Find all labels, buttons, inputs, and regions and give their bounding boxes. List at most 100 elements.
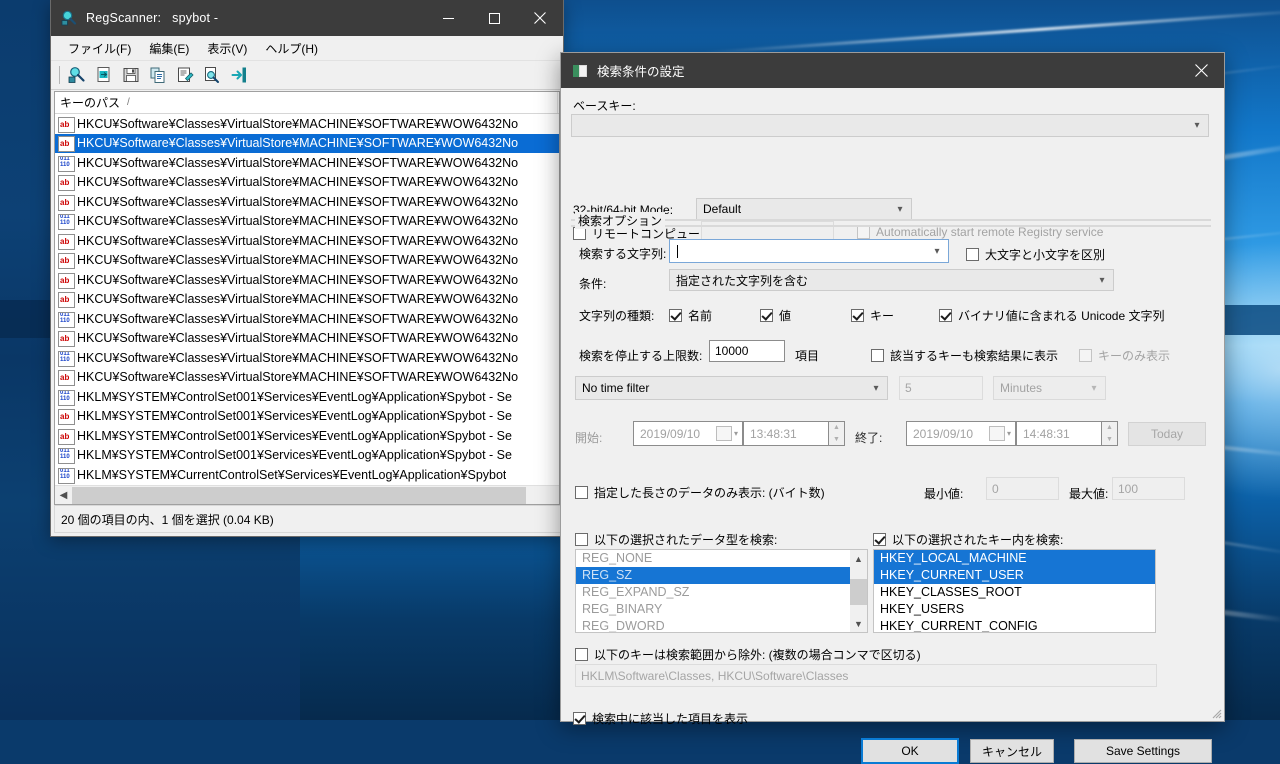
start-scan-icon[interactable]: [65, 63, 89, 87]
table-row[interactable]: HKCU¥Software¥Classes¥VirtualStore¥MACHI…: [55, 368, 559, 388]
start-date-picker[interactable]: 2019/09/10 ▾: [633, 421, 743, 446]
end-time-input[interactable]: 14:48:31: [1016, 421, 1102, 446]
max-items-input[interactable]: 10000: [709, 340, 785, 362]
search-string-combo[interactable]: ▾: [669, 239, 949, 263]
table-row[interactable]: HKLM¥SYSTEM¥ControlSet001¥Services¥Event…: [55, 426, 559, 446]
save-icon[interactable]: [119, 63, 143, 87]
list-item[interactable]: HKEY_CLASSES_ROOT: [874, 584, 1155, 601]
time-filter-mode-combo[interactable]: No time filter ▾: [575, 376, 888, 400]
bitmode-combo[interactable]: Default ▾: [696, 198, 912, 220]
checkbox-box[interactable]: [760, 309, 773, 322]
chevron-up-icon[interactable]: ▲: [850, 550, 867, 567]
column-key-path[interactable]: キーのパス /: [55, 92, 558, 113]
match-case-checkbox[interactable]: 大文字と小文字を区別: [966, 246, 1105, 263]
show-while-scanning-checkbox[interactable]: 検索中に該当した項目を表示: [573, 710, 748, 727]
string-type-unicode-checkbox[interactable]: バイナリ値に含まれる Unicode 文字列: [939, 307, 1164, 324]
properties-icon[interactable]: [173, 63, 197, 87]
data-types-checkbox[interactable]: 以下の選択されたデータ型を検索:: [575, 531, 777, 548]
checkbox-box[interactable]: [873, 533, 886, 546]
list-item[interactable]: REG_BINARY: [576, 601, 852, 618]
minimize-icon[interactable]: [425, 0, 471, 36]
menu-view[interactable]: 表示(V): [198, 37, 256, 60]
exit-icon[interactable]: [227, 63, 251, 87]
table-row[interactable]: HKCU¥Software¥Classes¥VirtualStore¥MACHI…: [55, 231, 559, 251]
table-row[interactable]: HKCU¥Software¥Classes¥VirtualStore¥MACHI…: [55, 290, 559, 310]
vscroll-thumb[interactable]: [850, 579, 867, 605]
data-types-rows[interactable]: REG_NONE REG_SZ REG_EXPAND_SZ REG_BINARY REG…: [576, 550, 852, 632]
list-item[interactable]: REG_NONE: [576, 550, 852, 567]
table-row[interactable]: HKCU¥Software¥Classes¥VirtualStore¥MACHI…: [55, 114, 559, 134]
checkbox-box[interactable]: [851, 309, 864, 322]
table-row[interactable]: HKLM¥SYSTEM¥ControlSet001¥Services¥Event…: [55, 387, 559, 407]
list-item[interactable]: REG_EXPAND_SZ: [576, 584, 852, 601]
close-icon[interactable]: [517, 0, 563, 36]
keys-only-checkbox[interactable]: キーのみ表示: [1079, 347, 1170, 364]
checkbox-box[interactable]: [966, 248, 979, 261]
min-value-input[interactable]: 0: [986, 477, 1059, 500]
exclude-keys-checkbox[interactable]: 以下のキーは検索範囲から除外: (複数の場合コンマで区切る): [575, 646, 921, 663]
copy-icon[interactable]: [146, 63, 170, 87]
save-settings-button[interactable]: Save Settings: [1074, 739, 1212, 763]
main-titlebar[interactable]: RegScanner: spybot -: [51, 0, 563, 36]
checkbox-box[interactable]: [669, 309, 682, 322]
chevron-down-icon[interactable]: ▾: [734, 429, 738, 438]
new-scan-icon[interactable]: [92, 63, 116, 87]
listview-hscrollbar[interactable]: ◀: [55, 485, 559, 504]
max-value-input[interactable]: 100: [1112, 477, 1185, 500]
table-row[interactable]: HKCU¥Software¥Classes¥VirtualStore¥MACHI…: [55, 133, 559, 153]
string-type-key-checkbox[interactable]: キー: [851, 307, 894, 324]
data-types-listbox[interactable]: REG_NONE REG_SZ REG_EXPAND_SZ REG_BINARY REG…: [575, 549, 868, 633]
table-row[interactable]: HKCU¥Software¥Classes¥VirtualStore¥MACHI…: [55, 212, 559, 232]
chevron-down-icon[interactable]: ▾: [926, 246, 948, 257]
list-item[interactable]: HKEY_CURRENT_CONFIG: [874, 618, 1155, 632]
checkbox-box[interactable]: [871, 349, 884, 362]
time-filter-unit-combo[interactable]: Minutes ▾: [993, 376, 1106, 400]
chevron-down-icon[interactable]: ▼: [850, 615, 867, 632]
table-row[interactable]: HKCU¥Software¥Classes¥VirtualStore¥MACHI…: [55, 192, 559, 212]
spinner-up-icon[interactable]: ▲: [1102, 422, 1117, 434]
scroll-left-icon[interactable]: ◀: [55, 487, 72, 504]
checkbox-box[interactable]: [575, 533, 588, 546]
spinner-down-icon[interactable]: ▼: [1102, 434, 1117, 446]
list-item[interactable]: HKEY_CURRENT_USER: [874, 567, 1155, 584]
maximize-icon[interactable]: [471, 0, 517, 36]
today-button[interactable]: Today: [1128, 422, 1206, 446]
condition-combo[interactable]: 指定された文字列を含む ▾: [669, 269, 1114, 291]
checkbox-box[interactable]: [575, 648, 588, 661]
table-row[interactable]: HKLM¥SYSTEM¥ControlSet001¥Services¥Event…: [55, 407, 559, 427]
ok-button[interactable]: OK: [861, 738, 959, 764]
list-item[interactable]: HKEY_LOCAL_MACHINE: [874, 550, 1155, 567]
table-row[interactable]: HKCU¥Software¥Classes¥VirtualStore¥MACHI…: [55, 329, 559, 349]
table-row[interactable]: HKCU¥Software¥Classes¥VirtualStore¥MACHI…: [55, 270, 559, 290]
data-types-scrollbar[interactable]: ▲ ▼: [850, 550, 867, 632]
time-filter-amount-input[interactable]: 5: [899, 376, 983, 400]
menu-file[interactable]: ファイル(F): [59, 37, 140, 60]
table-row[interactable]: HKLM¥SYSTEM¥CurrentControlSet¥Services¥E…: [55, 465, 559, 485]
menu-edit[interactable]: 編集(E): [140, 37, 198, 60]
root-keys-rows[interactable]: HKEY_LOCAL_MACHINE HKEY_CURRENT_USER HKEY_…: [874, 550, 1155, 632]
end-date-picker[interactable]: 2019/09/10 ▾: [906, 421, 1016, 446]
auto-start-remote-registry-checkbox[interactable]: Automatically start remote Registry serv…: [857, 225, 1103, 239]
checkbox-box[interactable]: [573, 712, 586, 725]
start-time-input[interactable]: 13:48:31: [743, 421, 829, 446]
checkbox-box[interactable]: [575, 486, 588, 499]
menu-help[interactable]: ヘルプ(H): [256, 37, 327, 60]
list-item[interactable]: REG_DWORD: [576, 618, 852, 632]
exclude-keys-input[interactable]: HKLM\Software\Classes, HKCU\Software\Cla…: [575, 664, 1157, 687]
dialog-titlebar[interactable]: 検索条件の設定: [561, 53, 1224, 88]
root-keys-checkbox[interactable]: 以下の選択されたキー内を検索:: [873, 531, 1063, 548]
find-icon[interactable]: [200, 63, 224, 87]
table-row[interactable]: HKCU¥Software¥Classes¥VirtualStore¥MACHI…: [55, 348, 559, 368]
start-time-spinner[interactable]: ▲ ▼: [829, 421, 845, 446]
hscroll-thumb[interactable]: [72, 486, 526, 504]
table-row[interactable]: HKCU¥Software¥Classes¥VirtualStore¥MACHI…: [55, 173, 559, 193]
length-filter-checkbox[interactable]: 指定した長さのデータのみ表示: (バイト数): [575, 484, 825, 501]
cancel-button[interactable]: キャンセル: [970, 739, 1054, 763]
table-row[interactable]: HKCU¥Software¥Classes¥VirtualStore¥MACHI…: [55, 251, 559, 271]
chevron-down-icon[interactable]: ▾: [1007, 429, 1011, 438]
end-time-spinner[interactable]: ▲ ▼: [1102, 421, 1118, 446]
spinner-down-icon[interactable]: ▼: [829, 434, 844, 446]
table-row[interactable]: HKLM¥SYSTEM¥ControlSet001¥Services¥Event…: [55, 446, 559, 466]
list-item[interactable]: HKEY_USERS: [874, 601, 1155, 618]
string-type-value-checkbox[interactable]: 値: [760, 307, 791, 324]
